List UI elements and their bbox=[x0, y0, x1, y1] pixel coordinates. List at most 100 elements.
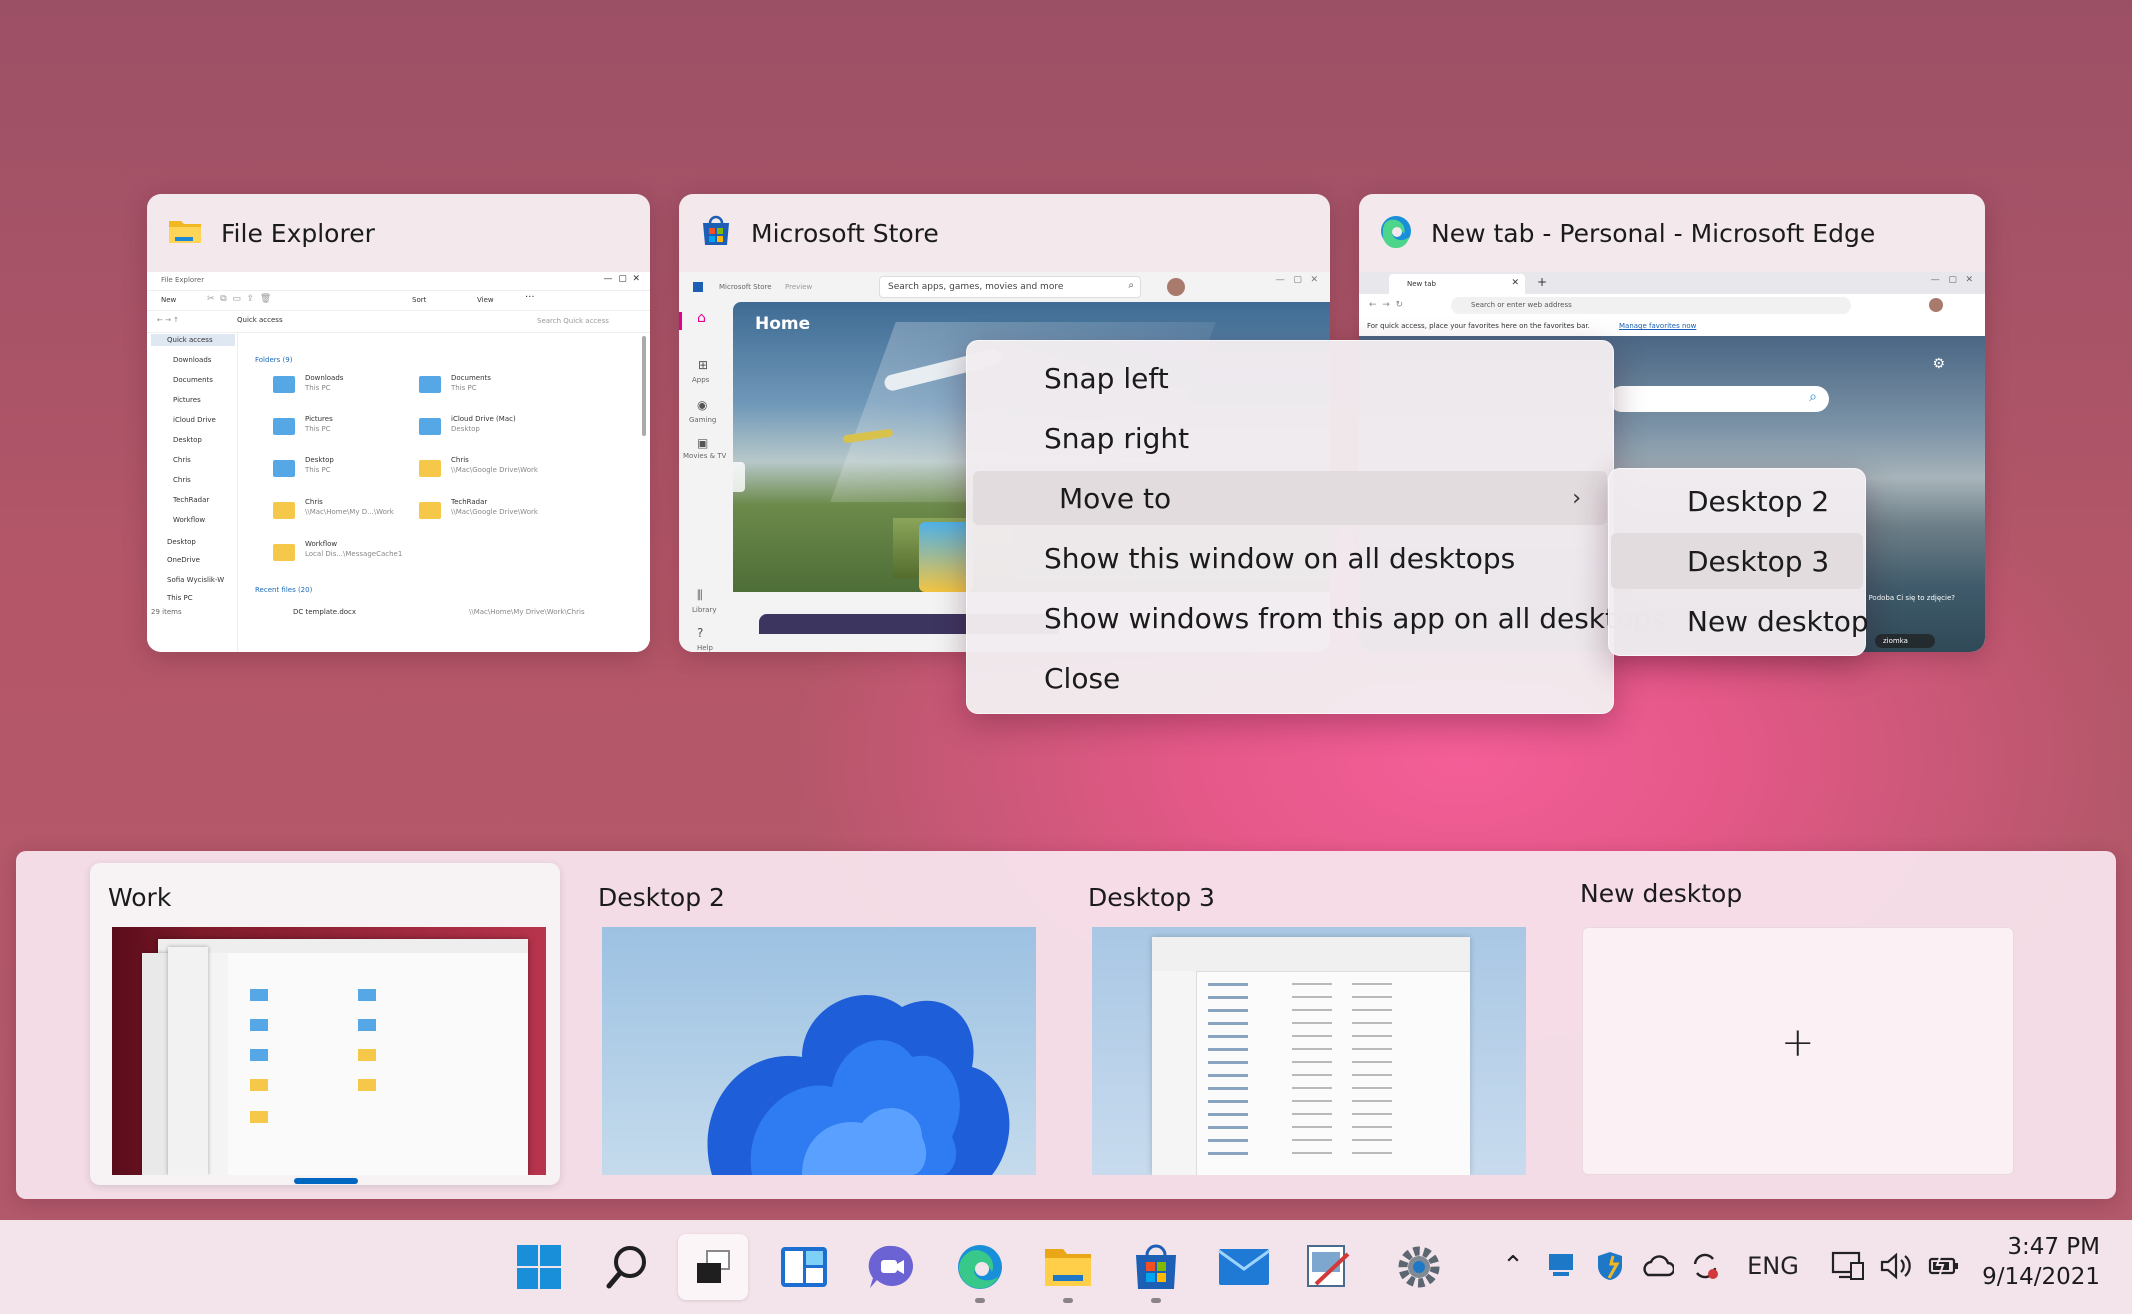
folder-icon bbox=[419, 460, 441, 477]
fe-folders-header: Folders (9) bbox=[255, 356, 293, 364]
folder-icon bbox=[273, 544, 295, 561]
folder-icon bbox=[419, 376, 441, 393]
folder-icon bbox=[273, 460, 295, 477]
fe-recent-path: \\Mac\Home\My Drive\Work\Chris bbox=[469, 608, 585, 616]
window-controls: — ▢ ✕ bbox=[603, 274, 641, 284]
window-title-bar[interactable]: Microsoft Store bbox=[679, 194, 1330, 272]
library-icon: ⫼ bbox=[697, 588, 703, 602]
folder-icon bbox=[419, 418, 441, 435]
taskbar-settings-button[interactable] bbox=[1384, 1234, 1454, 1300]
task-view-button[interactable] bbox=[678, 1234, 748, 1300]
search-icon bbox=[606, 1246, 646, 1289]
desktop-label: New desktop bbox=[1580, 879, 1743, 908]
apps-icon: ⊞ bbox=[698, 358, 709, 372]
running-indicator bbox=[1151, 1298, 1161, 1303]
fe-toolbar-view: View bbox=[477, 296, 494, 304]
tray-onedrive[interactable] bbox=[1639, 1246, 1675, 1286]
home-icon: ⌂ bbox=[697, 310, 706, 326]
snipping-tool-icon bbox=[1307, 1245, 1350, 1287]
favorites-hint: For quick access, place your favorites h… bbox=[1367, 322, 1590, 330]
submenu-item-new-desktop[interactable]: New desktop bbox=[1615, 593, 1869, 649]
teams-chat-icon bbox=[868, 1245, 913, 1288]
tray-display[interactable] bbox=[1829, 1246, 1867, 1286]
desktop-thumbnail-work bbox=[112, 927, 546, 1175]
window-title-bar[interactable]: File Explorer bbox=[147, 194, 650, 272]
taskbar-store-button[interactable] bbox=[1121, 1234, 1191, 1300]
tray-sync[interactable] bbox=[1687, 1246, 1723, 1286]
desktop-card-desktop-3[interactable]: Desktop 3 bbox=[1070, 863, 1540, 1185]
file-explorer-thumbnail: File Explorer — ▢ ✕ New ✂ ⧉ ▭ ⇪ 🗑 Sort V… bbox=[147, 272, 650, 652]
taskbar-mail-button[interactable] bbox=[1209, 1234, 1279, 1300]
desktop-label: Work bbox=[108, 883, 172, 912]
window-title: Microsoft Store bbox=[751, 218, 939, 248]
folder-icon bbox=[273, 418, 295, 435]
fe-search: Search Quick access bbox=[537, 317, 609, 325]
task-view-icon bbox=[697, 1250, 730, 1283]
menu-item-snap-left[interactable]: Snap left bbox=[973, 351, 1607, 405]
taskbar-edge-button[interactable] bbox=[945, 1234, 1015, 1300]
store-home-label: Home bbox=[755, 314, 811, 334]
chevron-up-icon: ⌃ bbox=[1502, 1251, 1524, 1281]
store-icon bbox=[693, 282, 703, 292]
taskbar-file-explorer-button[interactable] bbox=[1033, 1234, 1103, 1300]
mail-icon bbox=[1218, 1249, 1270, 1285]
move-to-submenu: Desktop 2 Desktop 3 New desktop bbox=[1608, 468, 1869, 656]
menu-item-show-app-all-desktops[interactable]: Show windows from this app on all deskto… bbox=[973, 591, 1666, 645]
desktop-card-work[interactable]: Work bbox=[90, 863, 560, 1185]
submenu-item-desktop-2[interactable]: Desktop 2 bbox=[1615, 473, 1859, 529]
fe-toolbar-new: New bbox=[161, 296, 177, 304]
language-indicator[interactable]: ENG bbox=[1738, 1246, 1808, 1286]
bloom-wallpaper-graphic bbox=[707, 995, 1010, 1175]
shield-icon bbox=[1598, 1252, 1622, 1280]
clock[interactable]: 3:47 PM 9/14/2021 bbox=[1980, 1232, 2100, 1296]
edge-icon bbox=[958, 1245, 1002, 1289]
fe-toolbar-sort: Sort bbox=[412, 296, 427, 304]
display-icon bbox=[1831, 1251, 1864, 1280]
window-controls: — ▢ ✕ bbox=[1275, 275, 1318, 285]
tray-volume[interactable] bbox=[1877, 1246, 1915, 1286]
store-search-input: Search apps, games, movies and more ⌕ bbox=[879, 276, 1141, 298]
submenu-item-desktop-3[interactable]: Desktop 3 bbox=[1611, 533, 1863, 589]
edge-address-bar: Search or enter web address bbox=[1451, 297, 1851, 314]
window-card-file-explorer[interactable]: File Explorer File Explorer — ▢ ✕ New ✂ … bbox=[147, 194, 650, 652]
fe-nav-pane: Quick access Downloads Documents Picture… bbox=[147, 332, 238, 652]
menu-item-show-window-all-desktops[interactable]: Show this window on all desktops bbox=[973, 531, 1607, 585]
new-desktop-button[interactable]: New desktop + bbox=[1562, 863, 2022, 1185]
menu-item-close[interactable]: Close bbox=[973, 651, 1607, 705]
cloud-icon bbox=[1643, 1255, 1674, 1277]
fe-app-title: File Explorer bbox=[161, 276, 205, 284]
store-nav-rail: ⌂ ⊞ Apps ◉ Gaming ▣ Movies & TV ⫼ Librar… bbox=[679, 302, 733, 652]
folder-icon bbox=[273, 376, 295, 393]
folder-icon bbox=[273, 502, 295, 519]
volume-icon bbox=[1880, 1252, 1911, 1280]
teams-chat-button[interactable] bbox=[857, 1234, 927, 1300]
edge-chip: ziomka bbox=[1883, 637, 1908, 645]
widgets-button[interactable] bbox=[769, 1234, 839, 1300]
menu-item-snap-right[interactable]: Snap right bbox=[973, 411, 1607, 465]
tray-battery[interactable] bbox=[1925, 1246, 1963, 1286]
tab-new-tab: New tab ✕ bbox=[1389, 274, 1525, 294]
gear-icon: ⚙ bbox=[1932, 356, 1945, 372]
favorites-link: Manage favorites now bbox=[1619, 322, 1697, 330]
movies-icon: ▣ bbox=[697, 436, 709, 450]
clock-date: 9/14/2021 bbox=[1982, 1264, 2100, 1290]
folder-icon bbox=[167, 215, 203, 251]
store-icon bbox=[1136, 1244, 1176, 1289]
taskbar-snipping-tool-button[interactable] bbox=[1293, 1234, 1363, 1300]
show-hidden-icons-button[interactable]: ⌃ bbox=[1496, 1246, 1530, 1286]
edge-icon bbox=[1379, 214, 1413, 252]
menu-item-move-to[interactable]: Move to › bbox=[973, 471, 1607, 525]
help-icon: ? bbox=[697, 626, 704, 640]
plus-icon: + bbox=[1781, 1020, 1815, 1066]
close-icon: ✕ bbox=[1511, 278, 1519, 288]
chevron-right-icon: › bbox=[1572, 485, 1581, 511]
tray-security[interactable] bbox=[1593, 1246, 1627, 1286]
window-title-bar[interactable]: New tab - Personal - Microsoft Edge bbox=[1359, 194, 1985, 272]
desktop-card-desktop-2[interactable]: Desktop 2 bbox=[580, 863, 1050, 1185]
store-preview-label: Preview bbox=[785, 283, 813, 291]
tray-network-app[interactable] bbox=[1543, 1246, 1579, 1286]
start-button[interactable] bbox=[504, 1234, 574, 1300]
desktop-thumbnail-desktop-3 bbox=[1092, 927, 1526, 1175]
taskbar-search-button[interactable] bbox=[592, 1234, 662, 1300]
avatar bbox=[1929, 298, 1943, 312]
